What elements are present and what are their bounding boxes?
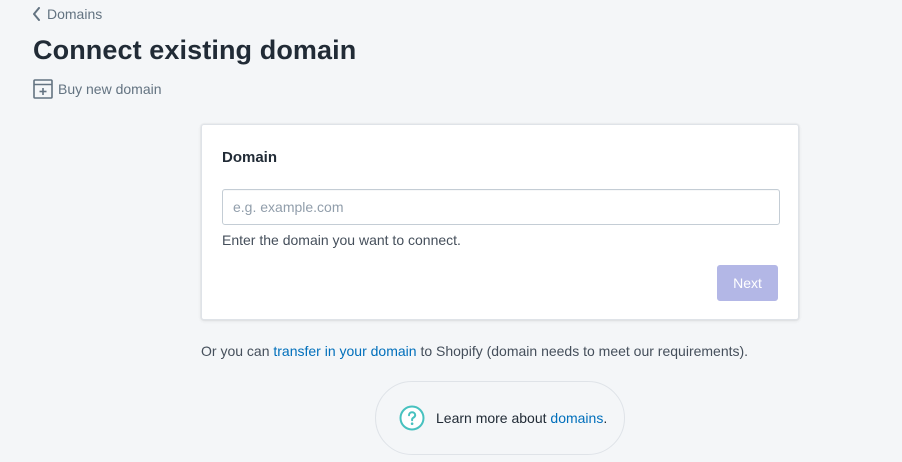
transfer-domain-link[interactable]: transfer in your domain — [273, 343, 416, 359]
page-title: Connect existing domain — [33, 35, 357, 65]
card-title: Domain — [222, 149, 278, 166]
transfer-note: Or you can transfer in your domain to Sh… — [201, 343, 748, 359]
transfer-suffix: to Shopify (domain needs to meet our req… — [416, 343, 749, 359]
footer-help: Learn more about domains. — [375, 381, 625, 455]
buy-new-domain-label: Buy new domain — [58, 81, 162, 97]
breadcrumb[interactable]: Domains — [32, 6, 102, 22]
breadcrumb-label: Domains — [47, 6, 103, 22]
footer-help-prefix: Learn more about — [436, 410, 551, 426]
footer-help-text: Learn more about domains. — [436, 410, 607, 426]
domains-help-link[interactable]: domains — [550, 410, 603, 426]
chevron-left-icon — [33, 7, 40, 21]
domain-input[interactable] — [222, 189, 780, 225]
transfer-prefix: Or you can — [201, 343, 274, 359]
buy-domain-icon — [33, 79, 53, 99]
buy-new-domain-action[interactable]: Buy new domain — [33, 79, 162, 99]
next-button[interactable]: Next — [717, 265, 778, 301]
question-circle-icon — [399, 405, 425, 431]
footer-help-suffix: . — [603, 410, 608, 426]
domain-help-text: Enter the domain you want to connect. — [222, 232, 461, 248]
domain-card: Domain Enter the domain you want to conn… — [201, 124, 799, 320]
